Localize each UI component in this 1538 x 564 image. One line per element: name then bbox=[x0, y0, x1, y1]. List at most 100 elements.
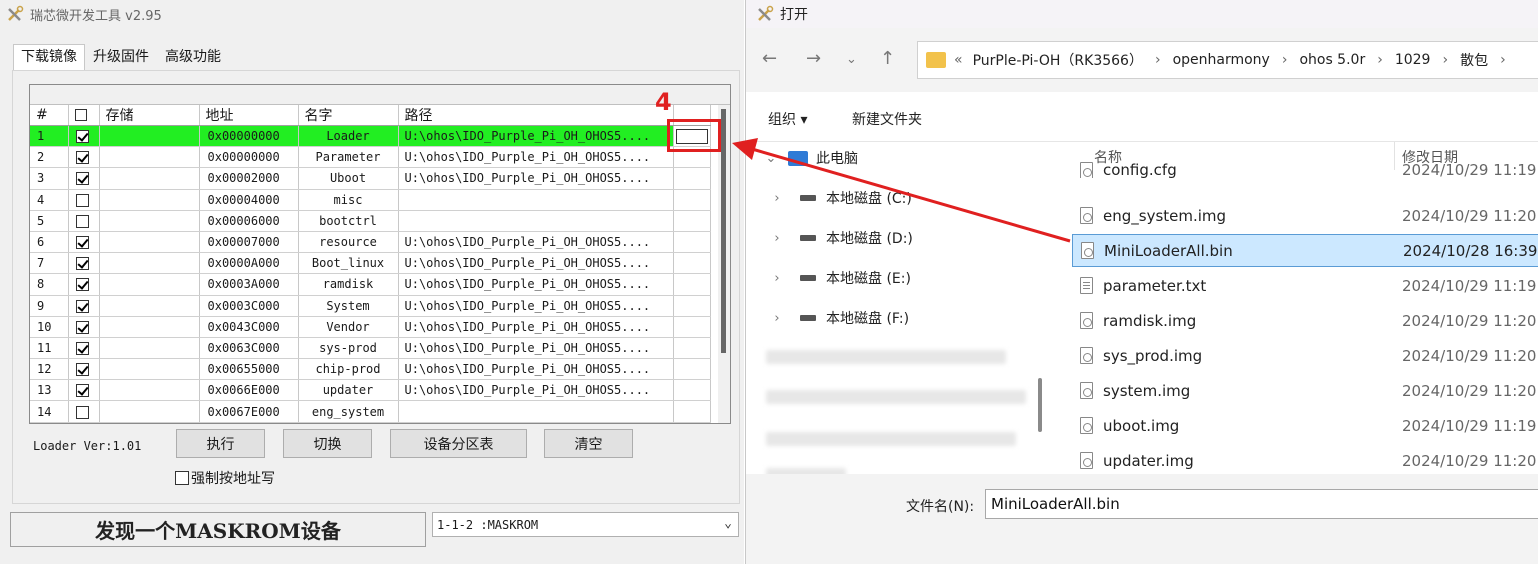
row-path[interactable] bbox=[398, 189, 674, 211]
table-row[interactable]: 14 0x0067E000 eng_system bbox=[30, 400, 711, 423]
partition-table-button[interactable]: 设备分区表 bbox=[390, 429, 527, 458]
forward-arrow-icon[interactable]: → bbox=[806, 48, 821, 69]
row-checkbox-cell[interactable] bbox=[68, 189, 100, 211]
back-arrow-icon[interactable]: ← bbox=[762, 48, 777, 69]
row-checkbox[interactable] bbox=[75, 214, 89, 228]
row-path[interactable]: U:\ohos\IDO_Purple_Pi_OH_OHOS5.... bbox=[398, 295, 674, 317]
select-all-checkbox[interactable] bbox=[74, 109, 87, 121]
file-list-item[interactable]: MiniLoaderAll.bin 2024/10/28 16:39 bbox=[1072, 234, 1538, 267]
row-path[interactable] bbox=[398, 210, 674, 232]
row-path[interactable]: U:\ohos\IDO_Purple_Pi_OH_OHOS5.... bbox=[398, 379, 674, 402]
row-checkbox-cell[interactable] bbox=[68, 210, 100, 232]
table-row[interactable]: 1 0x00000000 Loader U:\ohos\IDO_Purple_Pi_O… bbox=[30, 125, 711, 148]
row-path[interactable]: U:\ohos\IDO_Purple_Pi_OH_OHOS5.... bbox=[398, 125, 674, 148]
row-browse-cell[interactable] bbox=[673, 189, 711, 211]
clear-button[interactable]: 清空 bbox=[544, 429, 633, 458]
table-row[interactable]: 12 0x00655000 chip-prod U:\ohos\IDO_Purple_… bbox=[30, 358, 711, 381]
table-row[interactable]: 9 0x0003C000 System U:\ohos\IDO_Purple_Pi_O… bbox=[30, 295, 711, 317]
file-list-item[interactable]: ramdisk.img 2024/10/29 11:20 bbox=[1072, 304, 1538, 337]
row-browse-cell[interactable] bbox=[673, 167, 711, 190]
row-checkbox[interactable] bbox=[75, 193, 89, 207]
row-browse-cell[interactable] bbox=[673, 400, 711, 423]
nav-drive-c[interactable]: › 本地磁盘 (C:) bbox=[746, 187, 911, 209]
expand-chevron-icon[interactable]: › bbox=[770, 191, 784, 206]
up-arrow-icon[interactable]: ↑ bbox=[880, 48, 895, 69]
row-checkbox[interactable] bbox=[75, 405, 89, 419]
file-list-item[interactable]: parameter.txt 2024/10/29 11:19 bbox=[1072, 269, 1538, 302]
row-checkbox[interactable] bbox=[75, 257, 89, 271]
row-checkbox-cell[interactable] bbox=[68, 231, 100, 254]
row-checkbox[interactable] bbox=[75, 278, 89, 292]
row-checkbox-cell[interactable] bbox=[68, 316, 100, 338]
table-row[interactable]: 4 0x00004000 misc bbox=[30, 189, 711, 211]
table-row[interactable]: 3 0x00002000 Uboot U:\ohos\IDO_Purple_Pi_OH… bbox=[30, 167, 711, 190]
table-row[interactable]: 8 0x0003A000 ramdisk U:\ohos\IDO_Purple_Pi_… bbox=[30, 273, 711, 296]
nav-drive-e[interactable]: › 本地磁盘 (E:) bbox=[746, 267, 911, 289]
row-checkbox-cell[interactable] bbox=[68, 400, 100, 423]
row-browse-cell[interactable] bbox=[673, 210, 711, 232]
row-path[interactable]: U:\ohos\IDO_Purple_Pi_OH_OHOS5.... bbox=[398, 337, 674, 360]
col-check[interactable] bbox=[68, 105, 100, 126]
tab-download-image[interactable]: 下载镜像 bbox=[13, 44, 85, 70]
row-browse-cell[interactable] bbox=[673, 358, 711, 381]
nav-this-pc[interactable]: ⌄ 此电脑 bbox=[746, 147, 858, 169]
row-checkbox[interactable] bbox=[75, 384, 89, 398]
filename-input[interactable] bbox=[985, 489, 1538, 519]
row-checkbox[interactable] bbox=[75, 320, 89, 334]
row-path[interactable]: U:\ohos\IDO_Purple_Pi_OH_OHOS5.... bbox=[398, 167, 674, 190]
expand-chevron-icon[interactable]: › bbox=[770, 271, 784, 286]
row-path[interactable]: U:\ohos\IDO_Purple_Pi_OH_OHOS5.... bbox=[398, 231, 674, 254]
row-browse-cell[interactable] bbox=[673, 273, 711, 296]
table-row[interactable]: 13 0x0066E000 updater U:\ohos\IDO_Purple_Pi… bbox=[30, 379, 711, 402]
row-browse-cell[interactable] bbox=[673, 252, 711, 275]
row-checkbox-cell[interactable] bbox=[68, 379, 100, 402]
row-checkbox[interactable] bbox=[75, 130, 89, 144]
table-row[interactable]: 11 0x0063C000 sys-prod U:\ohos\IDO_Purple_P… bbox=[30, 337, 711, 360]
row-browse-cell[interactable] bbox=[673, 379, 711, 402]
new-folder-button[interactable]: 新建文件夹 bbox=[852, 109, 922, 129]
file-list-item[interactable]: updater.img 2024/10/29 11:20 bbox=[1072, 444, 1538, 474]
nav-drive-f[interactable]: › 本地磁盘 (F:) bbox=[746, 307, 909, 329]
breadcrumb-item[interactable]: 1029 bbox=[1395, 52, 1431, 68]
row-checkbox-cell[interactable] bbox=[68, 337, 100, 360]
recent-chevron-icon[interactable]: ⌄ bbox=[846, 52, 857, 67]
table-row[interactable]: 2 0x00000000 Parameter U:\ohos\IDO_Purple_P… bbox=[30, 146, 711, 169]
expand-chevron-icon[interactable]: › bbox=[770, 311, 784, 326]
row-path[interactable]: U:\ohos\IDO_Purple_Pi_OH_OHOS5.... bbox=[398, 146, 674, 169]
row-checkbox-cell[interactable] bbox=[68, 273, 100, 296]
breadcrumb-item[interactable]: openharmony bbox=[1173, 52, 1270, 68]
force-address-write[interactable]: 强制按地址写 bbox=[175, 468, 275, 488]
row-path[interactable]: U:\ohos\IDO_Purple_Pi_OH_OHOS5.... bbox=[398, 316, 674, 338]
row-path[interactable] bbox=[398, 400, 674, 423]
tab-upgrade-firmware[interactable]: 升级固件 bbox=[85, 44, 157, 70]
expand-chevron-icon[interactable]: ⌄ bbox=[764, 151, 778, 166]
table-scrollbar[interactable] bbox=[718, 105, 730, 423]
table-row[interactable]: 7 0x0000A000 Boot_linux U:\ohos\IDO_Purple_… bbox=[30, 252, 711, 275]
row-checkbox-cell[interactable] bbox=[68, 125, 100, 148]
force-address-checkbox[interactable] bbox=[175, 471, 189, 485]
expand-chevron-icon[interactable]: › bbox=[770, 231, 784, 246]
row-checkbox[interactable] bbox=[75, 299, 89, 313]
device-select[interactable]: 1-1-2 :MASKROM ⌄ bbox=[432, 512, 739, 537]
file-list-item[interactable]: config.cfg 2024/10/29 11:19 bbox=[1072, 162, 1538, 178]
switch-button[interactable]: 切换 bbox=[283, 429, 372, 458]
organize-menu[interactable]: 组织 ▾ bbox=[768, 109, 807, 129]
file-list-item[interactable]: system.img 2024/10/29 11:20 bbox=[1072, 374, 1538, 407]
tab-advanced[interactable]: 高级功能 bbox=[157, 44, 229, 70]
row-checkbox-cell[interactable] bbox=[68, 167, 100, 190]
file-list-item[interactable]: eng_system.img 2024/10/29 11:20 bbox=[1072, 199, 1538, 232]
row-checkbox[interactable] bbox=[75, 172, 89, 186]
row-browse-cell[interactable] bbox=[673, 295, 711, 317]
address-bar[interactable]: « PurPle-Pi-OH（RK3566） › openharmony › o… bbox=[917, 41, 1538, 79]
table-scrollbar-thumb[interactable] bbox=[721, 109, 726, 353]
nav-scrollbar[interactable] bbox=[1038, 378, 1042, 432]
file-list-item[interactable]: sys_prod.img 2024/10/29 11:20 bbox=[1072, 339, 1538, 372]
row-checkbox[interactable] bbox=[75, 151, 89, 165]
run-button[interactable]: 执行 bbox=[176, 429, 265, 458]
row-browse-cell[interactable] bbox=[673, 337, 711, 360]
row-checkbox-cell[interactable] bbox=[68, 358, 100, 381]
overflow-chevron-icon[interactable]: « bbox=[954, 52, 963, 68]
row-checkbox-cell[interactable] bbox=[68, 146, 100, 169]
row-checkbox[interactable] bbox=[75, 363, 89, 377]
row-checkbox-cell[interactable] bbox=[68, 252, 100, 275]
